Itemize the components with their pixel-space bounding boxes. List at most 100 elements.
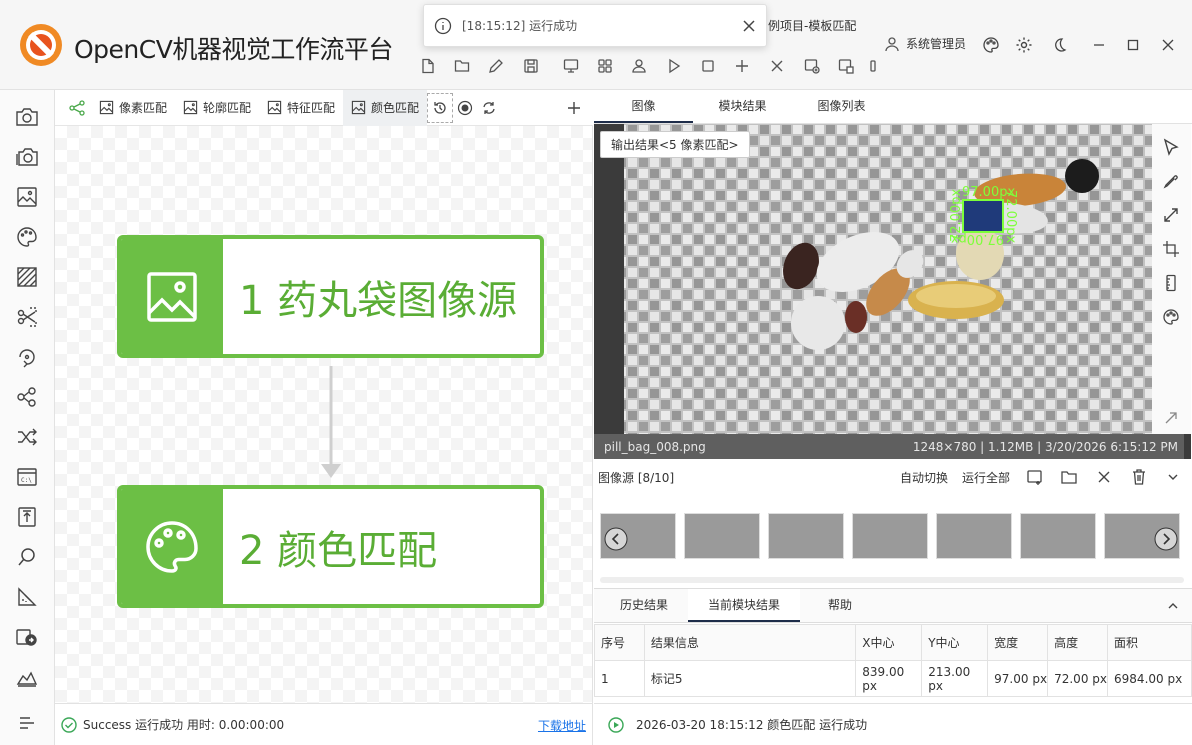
node-label: 1 药丸袋图像源 [239, 277, 518, 324]
cell-height: 72.00 px [1047, 660, 1109, 697]
stop-icon[interactable] [697, 55, 719, 77]
thumbnail[interactable] [684, 513, 760, 559]
cell-info: 标记5 [643, 660, 857, 697]
remove-image-icon[interactable] [1096, 469, 1112, 485]
run-all-button[interactable]: 运行全部 [962, 469, 1010, 486]
terminal-icon[interactable]: C:\ [14, 464, 40, 490]
tab-contour-match[interactable]: 轮廓匹配 [175, 90, 259, 126]
tab-color-match[interactable]: 颜色匹配 [343, 89, 428, 126]
image-icon [267, 100, 282, 115]
upload-screen-icon[interactable] [14, 504, 40, 530]
image-run-icon[interactable] [835, 55, 857, 77]
tab-help[interactable]: 帮助 [800, 589, 872, 622]
crop-cut-icon[interactable] [14, 304, 40, 330]
maximize-icon[interactable] [1122, 34, 1144, 56]
delete-trash-icon[interactable] [1130, 468, 1148, 486]
image-icon[interactable] [14, 184, 40, 210]
multi-camera-icon[interactable] [14, 144, 40, 170]
tab-history-results[interactable]: 历史结果 [600, 589, 688, 622]
color-palette-icon[interactable] [1159, 305, 1183, 329]
edit-icon[interactable] [485, 55, 507, 77]
search-icon[interactable] [14, 544, 40, 570]
camera-user-icon[interactable] [628, 55, 650, 77]
image-add-icon[interactable] [801, 55, 823, 77]
pill-bag-image: 97.00px 97.00px 72.00px 72.00px [594, 124, 1191, 459]
thumbnail[interactable] [1020, 513, 1096, 559]
crop-icon[interactable] [1159, 237, 1183, 261]
export-screen-icon[interactable] [14, 624, 40, 650]
tab-feature-match[interactable]: 特征匹配 [259, 90, 343, 126]
tab-current-module-results[interactable]: 当前模块结果 [688, 589, 801, 622]
close-icon[interactable] [766, 55, 788, 77]
window-close-icon[interactable] [1157, 34, 1179, 56]
image-viewer[interactable]: 97.00px 97.00px 72.00px 72.00px [594, 124, 1191, 459]
left-status-bar: Success 运行成功 用时: 0.00:00:00 下载地址 [55, 703, 593, 745]
workflow-node-color-match[interactable]: 2 颜色匹配 [117, 485, 544, 608]
tab-image-list[interactable]: 图像列表 [792, 90, 891, 123]
measure-icon[interactable] [14, 584, 40, 610]
pattern-icon[interactable] [14, 264, 40, 290]
table-row[interactable]: 1 标记5 839.00 px 213.00 px 97.00 px 72.00… [594, 660, 1192, 697]
chart-area-icon[interactable] [14, 664, 40, 690]
pointer-select-icon[interactable] [1159, 135, 1183, 159]
add-tab-icon[interactable] [555, 90, 593, 126]
camera-icon[interactable] [14, 104, 40, 130]
workflow-canvas[interactable]: 1 药丸袋图像源 2 颜色匹配 [55, 126, 593, 703]
refresh-loop-icon[interactable] [477, 90, 501, 126]
collapse-up-icon[interactable] [1166, 589, 1180, 622]
monitor-icon[interactable] [560, 55, 582, 77]
thumbnail[interactable] [852, 513, 928, 559]
rotate-icon[interactable] [14, 344, 40, 370]
open-folder-icon[interactable] [1060, 468, 1078, 486]
info-icon [434, 17, 452, 34]
workflow-node-image-source[interactable]: 1 药丸袋图像源 [117, 235, 544, 358]
new-file-icon[interactable] [417, 55, 439, 77]
fit-expand-icon[interactable] [1159, 203, 1183, 227]
chevron-down-icon[interactable] [1166, 470, 1180, 484]
thumb-prev-icon[interactable] [604, 527, 628, 551]
collapse-arrow-icon[interactable] [1159, 406, 1183, 430]
record-icon[interactable] [453, 90, 477, 126]
tool-sidebar: C:\ [0, 90, 55, 745]
thumbnail[interactable] [768, 513, 844, 559]
auto-switch-button[interactable]: 自动切换 [900, 469, 948, 486]
tab-image[interactable]: 图像 [594, 90, 693, 123]
output-result-dropdown[interactable]: 输出结果<5 像素匹配> [600, 131, 750, 158]
toast-close-icon[interactable] [742, 19, 756, 33]
user-menu[interactable]: 系统管理员 [884, 35, 966, 52]
eyedropper-icon[interactable] [1159, 169, 1183, 193]
run-icon[interactable] [663, 55, 685, 77]
palette-icon [121, 489, 223, 604]
more-icon[interactable] [866, 55, 880, 77]
save-icon[interactable] [520, 55, 542, 77]
blob-nodes-icon[interactable] [14, 384, 40, 410]
dark-mode-moon-icon[interactable] [1048, 34, 1070, 56]
add-image-icon[interactable] [1026, 468, 1044, 486]
thumbnail-scrollbar[interactable] [600, 577, 1184, 583]
shuffle-icon[interactable] [14, 424, 40, 450]
palette-icon[interactable] [14, 224, 40, 250]
open-folder-icon[interactable] [451, 55, 473, 77]
box-height-label: 72.00px [949, 189, 964, 242]
tab-module-result[interactable]: 模块结果 [693, 90, 792, 123]
status-text: Success 运行成功 用时: 0.00:00:00 [83, 718, 285, 732]
thumbnail[interactable] [936, 513, 1012, 559]
add-icon[interactable] [731, 55, 753, 77]
minimize-icon[interactable] [1088, 34, 1110, 56]
thumb-next-icon[interactable] [1154, 527, 1178, 551]
tab-pixel-match[interactable]: 像素匹配 [91, 90, 175, 126]
history-icon[interactable] [427, 92, 454, 123]
app-title: OpenCV机器视觉工作流平台 [74, 35, 393, 64]
image-source-label: 图像源 [8/10] [598, 470, 675, 485]
right-status-bar: 2026-03-20 18:15:12 颜色匹配 运行成功 [594, 703, 1192, 745]
grid-icon[interactable] [594, 55, 616, 77]
settings-gear-icon[interactable] [1013, 34, 1035, 56]
share-flow-icon[interactable] [63, 90, 91, 126]
svg-text:C:\: C:\ [21, 477, 32, 484]
ruler-icon[interactable] [1159, 271, 1183, 295]
palette-theme-icon[interactable] [980, 34, 1002, 56]
image-source-bar: 图像源 [8/10] 自动切换 运行全部 [594, 461, 1192, 493]
download-link[interactable]: 下载地址 [538, 717, 586, 734]
header-info: 结果信息 [643, 624, 857, 661]
menu-icon[interactable] [14, 710, 40, 736]
